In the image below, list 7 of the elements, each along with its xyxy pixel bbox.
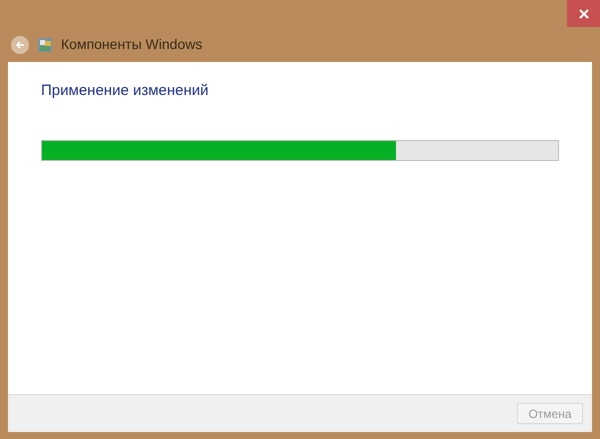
close-button[interactable]	[567, 0, 600, 27]
window-title: Компоненты Windows	[61, 35, 202, 54]
back-arrow-icon	[15, 40, 25, 50]
window-components-icon	[37, 36, 53, 52]
page-heading: Применение изменений	[41, 81, 210, 101]
close-icon	[578, 8, 588, 18]
back-button[interactable]	[11, 36, 29, 54]
